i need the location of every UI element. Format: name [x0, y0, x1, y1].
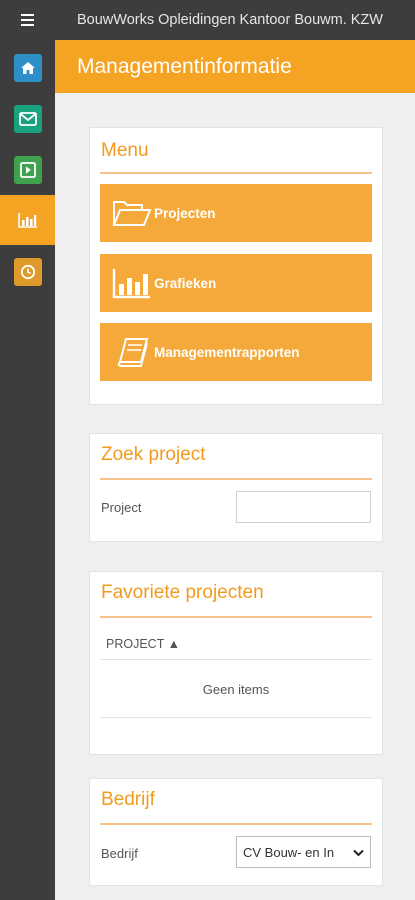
search-project-panel: Zoek project Project [89, 433, 383, 542]
bar-chart-icon [14, 206, 42, 234]
divider [100, 616, 372, 618]
favorites-panel: Favoriete projecten PROJECT ▲ Geen items [89, 571, 383, 755]
project-field-label: Project [101, 500, 142, 515]
book-icon [110, 323, 154, 381]
folder-icon [110, 184, 154, 242]
chevron-down-icon [353, 845, 364, 860]
empty-message: Geen items [202, 682, 270, 697]
top-bar: BouwWorks Opleidingen Kantoor Bouwm. KZW [0, 0, 415, 40]
bar-chart-icon [110, 254, 154, 312]
sidebar [0, 40, 55, 900]
envelope-icon [13, 105, 42, 133]
table-divider [100, 659, 372, 660]
sidebar-item-home[interactable] [0, 43, 55, 93]
managementrapporten-label: Managementrapporten [154, 344, 300, 360]
page-title: Managementinformatie [77, 55, 292, 78]
table-divider [100, 717, 372, 718]
favorites-panel-title: Favoriete projecten [101, 582, 264, 603]
sidebar-item-mail[interactable] [0, 94, 55, 144]
company-panel: Bedrijf Bedrijf CV Bouw- en In [89, 778, 383, 886]
projecten-button[interactable]: Projecten [100, 184, 372, 242]
sidebar-item-clock[interactable] [0, 247, 55, 297]
company-panel-title: Bedrijf [101, 789, 155, 810]
sidebar-item-media[interactable] [0, 145, 55, 195]
app-title: BouwWorks Opleidingen Kantoor Bouwm. KZW [77, 12, 383, 28]
home-icon [13, 54, 42, 82]
divider [100, 478, 372, 480]
project-search-input[interactable] [236, 491, 371, 523]
menu-panel: Menu Projecten Grafieken Managementrappo… [89, 127, 383, 405]
divider [100, 172, 372, 174]
sidebar-item-reports[interactable] [0, 195, 55, 245]
company-field-label: Bedrijf [101, 846, 138, 861]
search-panel-title: Zoek project [101, 444, 206, 465]
page-header: Managementinformatie [55, 40, 415, 93]
menu-panel-title: Menu [101, 140, 149, 161]
projecten-label: Projecten [154, 205, 216, 221]
grafieken-label: Grafieken [154, 275, 217, 291]
hamburger-menu-icon[interactable] [0, 0, 55, 40]
grafieken-button[interactable]: Grafieken [100, 254, 372, 312]
clock-icon [13, 258, 42, 286]
managementrapporten-button[interactable]: Managementrapporten [100, 323, 372, 381]
play-icon [13, 156, 42, 184]
company-select[interactable]: CV Bouw- en In [236, 836, 371, 868]
company-select-value: CV Bouw- en In [243, 844, 335, 860]
project-column-header[interactable]: PROJECT ▲ [106, 637, 180, 651]
divider [100, 823, 372, 825]
